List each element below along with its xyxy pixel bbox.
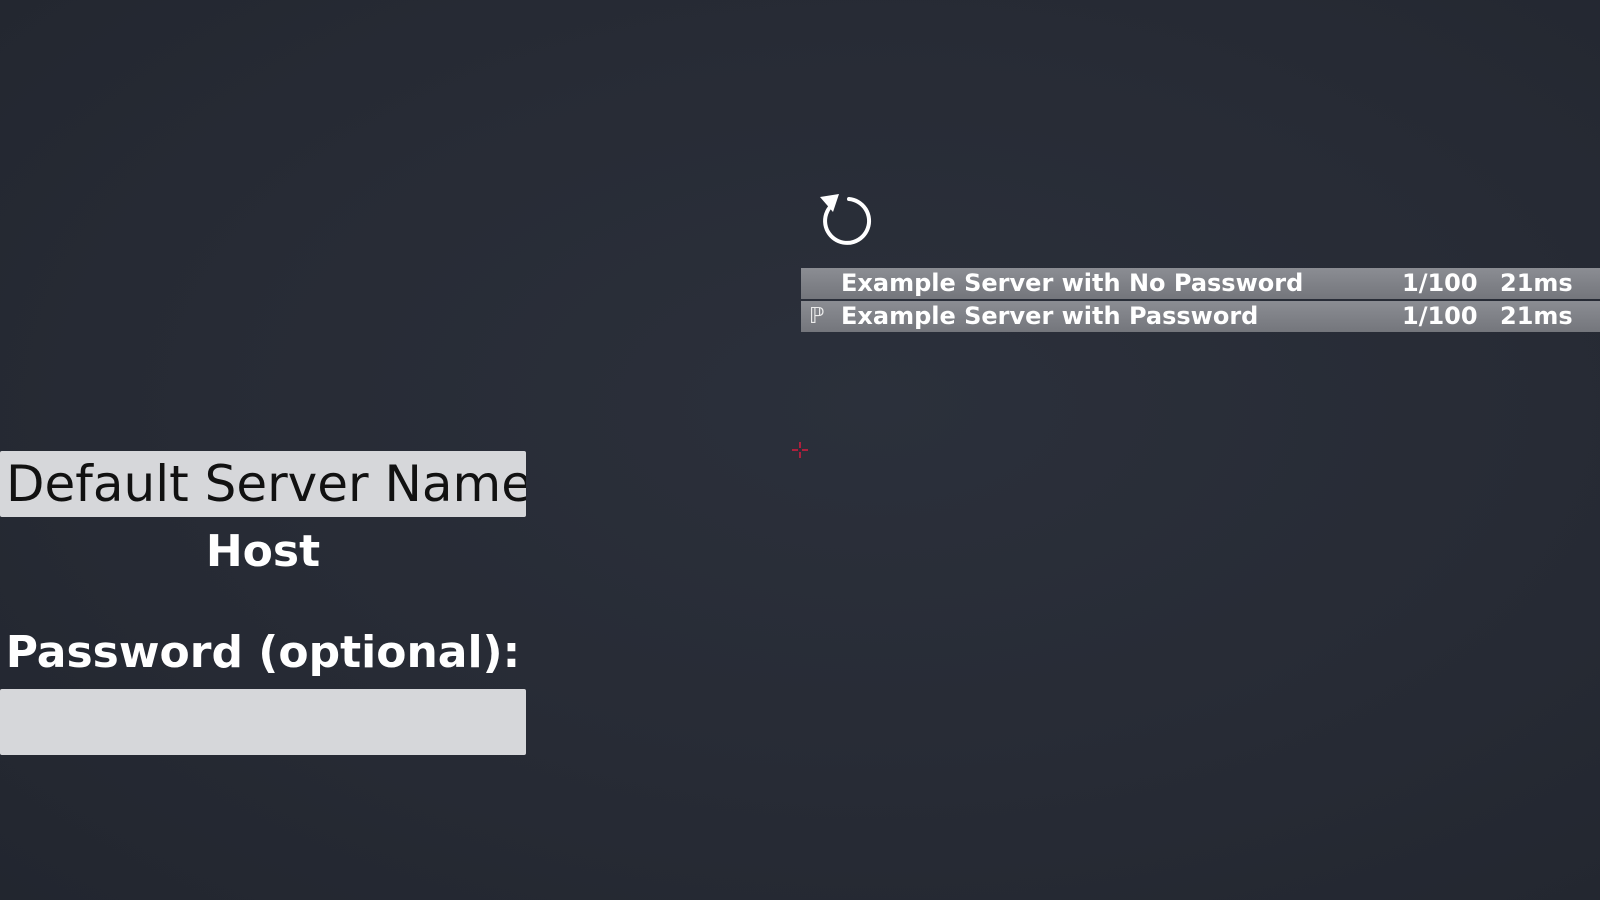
- host-panel: Host Password (optional):: [0, 451, 526, 755]
- refresh-icon: [820, 194, 872, 245]
- refresh-button[interactable]: [812, 187, 872, 247]
- server-name: Example Server with No Password: [841, 269, 1304, 297]
- server-list: Example Server with No Password 1/100 21…: [801, 268, 1600, 334]
- server-ping: 21ms: [1500, 269, 1573, 297]
- server-players: 1/100: [1402, 269, 1478, 297]
- server-row[interactable]: Example Server with No Password 1/100 21…: [801, 268, 1600, 299]
- server-row[interactable]: ℙ Example Server with Password 1/100 21m…: [801, 301, 1600, 332]
- server-name: Example Server with Password: [841, 302, 1259, 330]
- password-input[interactable]: [0, 689, 526, 755]
- server-ping: 21ms: [1500, 302, 1573, 330]
- host-button[interactable]: Host: [0, 521, 526, 581]
- server-name-input[interactable]: [0, 451, 526, 517]
- crosshair-icon: [792, 442, 808, 458]
- password-label: Password (optional):: [5, 627, 521, 678]
- password-lock-icon: ℙ: [809, 304, 825, 329]
- server-players: 1/100: [1402, 302, 1478, 330]
